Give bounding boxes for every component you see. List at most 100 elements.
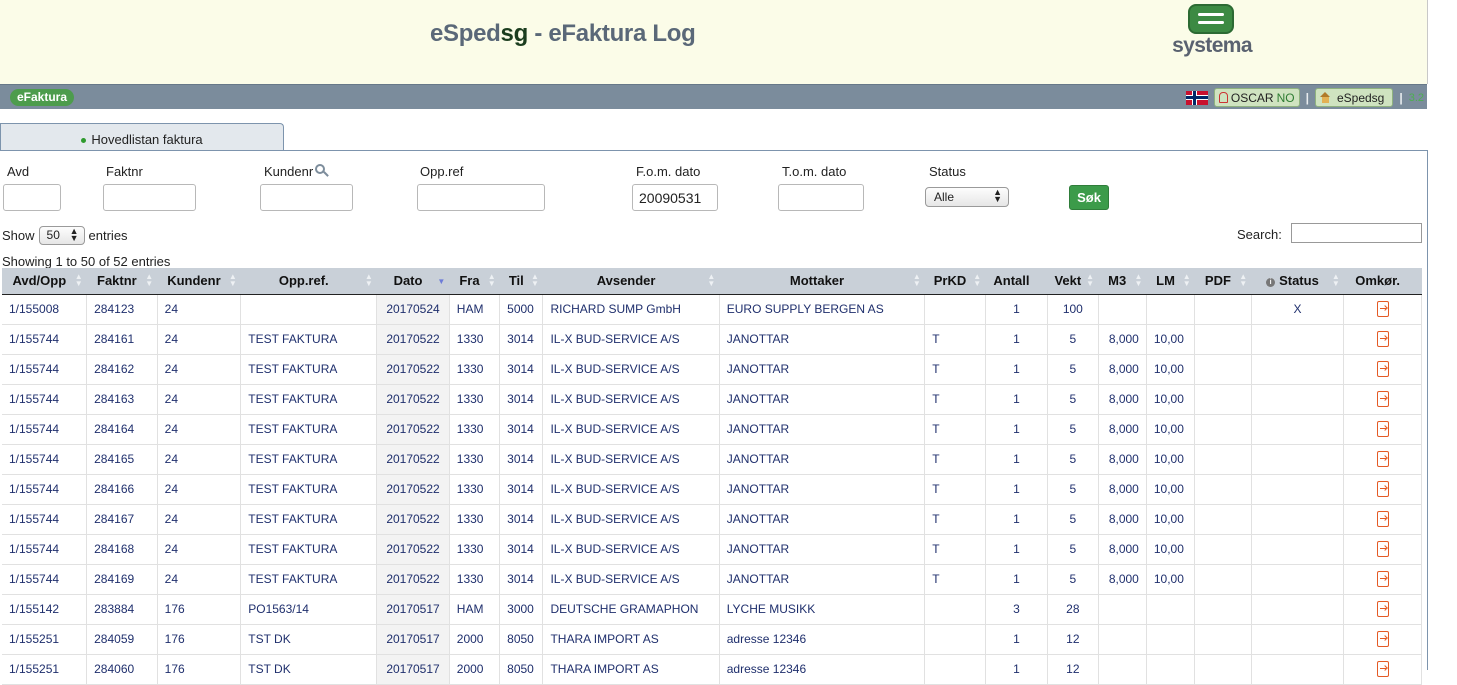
oppref-input[interactable] bbox=[417, 184, 545, 211]
table-cell[interactable]: 1/155251 bbox=[2, 654, 88, 685]
home-button[interactable]: eSpedsg bbox=[1314, 88, 1394, 107]
table-row[interactable]: 1/155744 284165 24 TEST FAKTURA 20170522 1330… bbox=[2, 444, 1422, 475]
document-arrow-icon[interactable] bbox=[1376, 421, 1389, 437]
table-cell: 24 bbox=[157, 564, 242, 595]
table-cell[interactable]: 1/155142 bbox=[2, 594, 88, 625]
col-avd-opp[interactable]: Avd/Opp ▲ ▼ bbox=[2, 268, 87, 295]
table-row[interactable]: 1/155251 284060 176 TST DK 20170517 2000 8050 T… bbox=[2, 654, 1422, 685]
table-row[interactable]: 1/155744 284166 24 TEST FAKTURA 20170522 1330… bbox=[2, 474, 1422, 505]
table-cell bbox=[1194, 474, 1252, 505]
table-cell bbox=[1251, 324, 1345, 355]
table-cell: 1330 bbox=[449, 414, 501, 445]
table-cell[interactable]: 1/155744 bbox=[2, 444, 88, 475]
table-row[interactable]: 1/155744 284162 24 TEST FAKTURA 20170522 1330… bbox=[2, 354, 1422, 385]
col-faktnr[interactable]: Faktnr ▲ ▼ bbox=[86, 268, 158, 295]
tom-dato-input[interactable] bbox=[778, 184, 864, 211]
table-cell[interactable]: 1/155744 bbox=[2, 384, 88, 415]
table-cell[interactable]: 1/155744 bbox=[2, 324, 88, 355]
col-fra[interactable]: Fra ▲ ▼ bbox=[449, 268, 500, 295]
faktnr-input[interactable] bbox=[103, 184, 196, 211]
user-name: OSCAR bbox=[1230, 90, 1274, 105]
table-row[interactable]: 1/155744 284168 24 TEST FAKTURA 20170522 1330… bbox=[2, 534, 1422, 565]
table-cell[interactable]: 1/155008 bbox=[2, 294, 88, 325]
table-cell[interactable]: 284166 bbox=[86, 474, 158, 505]
table-cell[interactable]: 1/155744 bbox=[2, 564, 88, 595]
document-arrow-icon[interactable] bbox=[1376, 541, 1389, 557]
table-cell[interactable]: 284165 bbox=[86, 444, 158, 475]
table-cell[interactable]: 284164 bbox=[86, 414, 158, 445]
table-cell: 5 bbox=[1047, 384, 1099, 415]
document-arrow-icon[interactable] bbox=[1376, 331, 1389, 347]
document-arrow-icon[interactable] bbox=[1376, 481, 1389, 497]
document-arrow-icon[interactable] bbox=[1376, 601, 1389, 617]
table-row[interactable]: 1/155744 284167 24 TEST FAKTURA 20170522 1330… bbox=[2, 504, 1422, 535]
col-avsender[interactable]: Avsender ▲ ▼ bbox=[542, 268, 720, 295]
search-icon[interactable] bbox=[315, 164, 329, 178]
table-row[interactable]: 1/155744 284164 24 TEST FAKTURA 20170522 1330… bbox=[2, 414, 1422, 445]
document-arrow-icon[interactable] bbox=[1376, 451, 1389, 467]
col-dato[interactable]: Dato ▼ bbox=[376, 268, 450, 295]
table-cell: HAM bbox=[449, 594, 501, 625]
col-status[interactable]: i Status ▲ ▼ bbox=[1251, 268, 1344, 295]
table-row[interactable]: 1/155008 284123 24 20170524 HAM 5000 RICHARD S… bbox=[2, 294, 1422, 325]
document-arrow-icon[interactable] bbox=[1376, 511, 1389, 527]
table-cell[interactable]: 1/155251 bbox=[2, 624, 88, 655]
table-cell: T bbox=[924, 384, 986, 415]
table-cell[interactable]: 284168 bbox=[86, 534, 158, 565]
table-cell[interactable]: 284162 bbox=[86, 354, 158, 385]
table-cell[interactable]: 284060 bbox=[86, 654, 158, 685]
omkor-cell bbox=[1343, 594, 1422, 625]
table-cell[interactable]: 1/155744 bbox=[2, 534, 88, 565]
table-cell: IL-X BUD-SERVICE A/S bbox=[542, 414, 720, 445]
col-pdf[interactable]: PDF ▲ ▼ bbox=[1194, 268, 1252, 295]
table-cell[interactable]: 1/155744 bbox=[2, 504, 88, 535]
document-arrow-icon[interactable] bbox=[1376, 361, 1389, 377]
table-row[interactable]: 1/155251 284059 176 TST DK 20170517 2000 8050 T… bbox=[2, 624, 1422, 655]
document-arrow-icon[interactable] bbox=[1376, 391, 1389, 407]
table-cell bbox=[924, 654, 986, 685]
table-cell[interactable]: 284123 bbox=[86, 294, 158, 325]
kundenr-input[interactable] bbox=[260, 184, 353, 211]
user-button[interactable]: OSCAR NO bbox=[1213, 88, 1300, 107]
document-arrow-icon[interactable] bbox=[1376, 571, 1389, 587]
col-til[interactable]: Til ▲ ▼ bbox=[499, 268, 543, 295]
norway-flag-icon[interactable] bbox=[1185, 90, 1208, 105]
col-mottaker[interactable]: Mottaker ▲ ▼ bbox=[719, 268, 925, 295]
systema-logo: systema bbox=[1164, 4, 1260, 64]
table-row[interactable]: 1/155744 284169 24 TEST FAKTURA 20170522 1330… bbox=[2, 564, 1422, 595]
table-cell[interactable]: 1/155744 bbox=[2, 354, 88, 385]
col-oppref[interactable]: Opp.ref. ▲ ▼ bbox=[240, 268, 377, 295]
col-lm[interactable]: LM ▲ ▼ bbox=[1146, 268, 1195, 295]
table-cell[interactable]: 284169 bbox=[86, 564, 158, 595]
table-cell[interactable]: 284161 bbox=[86, 324, 158, 355]
col-vekt[interactable]: Vekt ▲ ▼ bbox=[1047, 268, 1099, 295]
avd-input[interactable] bbox=[3, 184, 61, 211]
table-search-input[interactable] bbox=[1291, 223, 1422, 243]
table-cell[interactable]: 284163 bbox=[86, 384, 158, 415]
table-cell: 10,00 bbox=[1146, 504, 1196, 535]
table-cell[interactable]: 1/155744 bbox=[2, 414, 88, 445]
table-cell[interactable]: 283884 bbox=[86, 594, 158, 625]
status-select[interactable]: Alle ▲ ▼ bbox=[925, 187, 1009, 207]
page-length-select[interactable]: 50 ▲ ▼ bbox=[38, 226, 85, 245]
table-cell: 5 bbox=[1047, 354, 1099, 385]
col-m3[interactable]: M3 ▲ ▼ bbox=[1098, 268, 1147, 295]
table-cell: 5 bbox=[1047, 324, 1099, 355]
module-efaktura-link[interactable]: eFaktura bbox=[10, 89, 75, 106]
col-antall[interactable]: Antall bbox=[985, 268, 1048, 295]
document-arrow-icon[interactable] bbox=[1376, 661, 1389, 677]
table-cell[interactable]: 284167 bbox=[86, 504, 158, 535]
tab-hovedlistan-faktura[interactable]: Hovedlistan faktura bbox=[0, 123, 284, 151]
table-row[interactable]: 1/155142 283884 176 PO1563/14 20170517 HAM 300… bbox=[2, 594, 1422, 625]
col-omkor[interactable]: Omkør. bbox=[1343, 268, 1422, 295]
search-button[interactable]: Søk bbox=[1069, 185, 1109, 210]
table-row[interactable]: 1/155744 284163 24 TEST FAKTURA 20170522 1330… bbox=[2, 384, 1422, 415]
table-cell[interactable]: 1/155744 bbox=[2, 474, 88, 505]
col-kundenr[interactable]: Kundenr ▲ ▼ bbox=[157, 268, 241, 295]
table-row[interactable]: 1/155744 284161 24 TEST FAKTURA 20170522 1330… bbox=[2, 324, 1422, 355]
fom-dato-input[interactable]: 20090531 bbox=[632, 184, 718, 211]
table-cell[interactable]: 284059 bbox=[86, 624, 158, 655]
document-arrow-icon[interactable] bbox=[1376, 631, 1389, 647]
document-arrow-icon[interactable] bbox=[1376, 301, 1389, 317]
col-prkd[interactable]: PrKD ▲ ▼ bbox=[924, 268, 986, 295]
